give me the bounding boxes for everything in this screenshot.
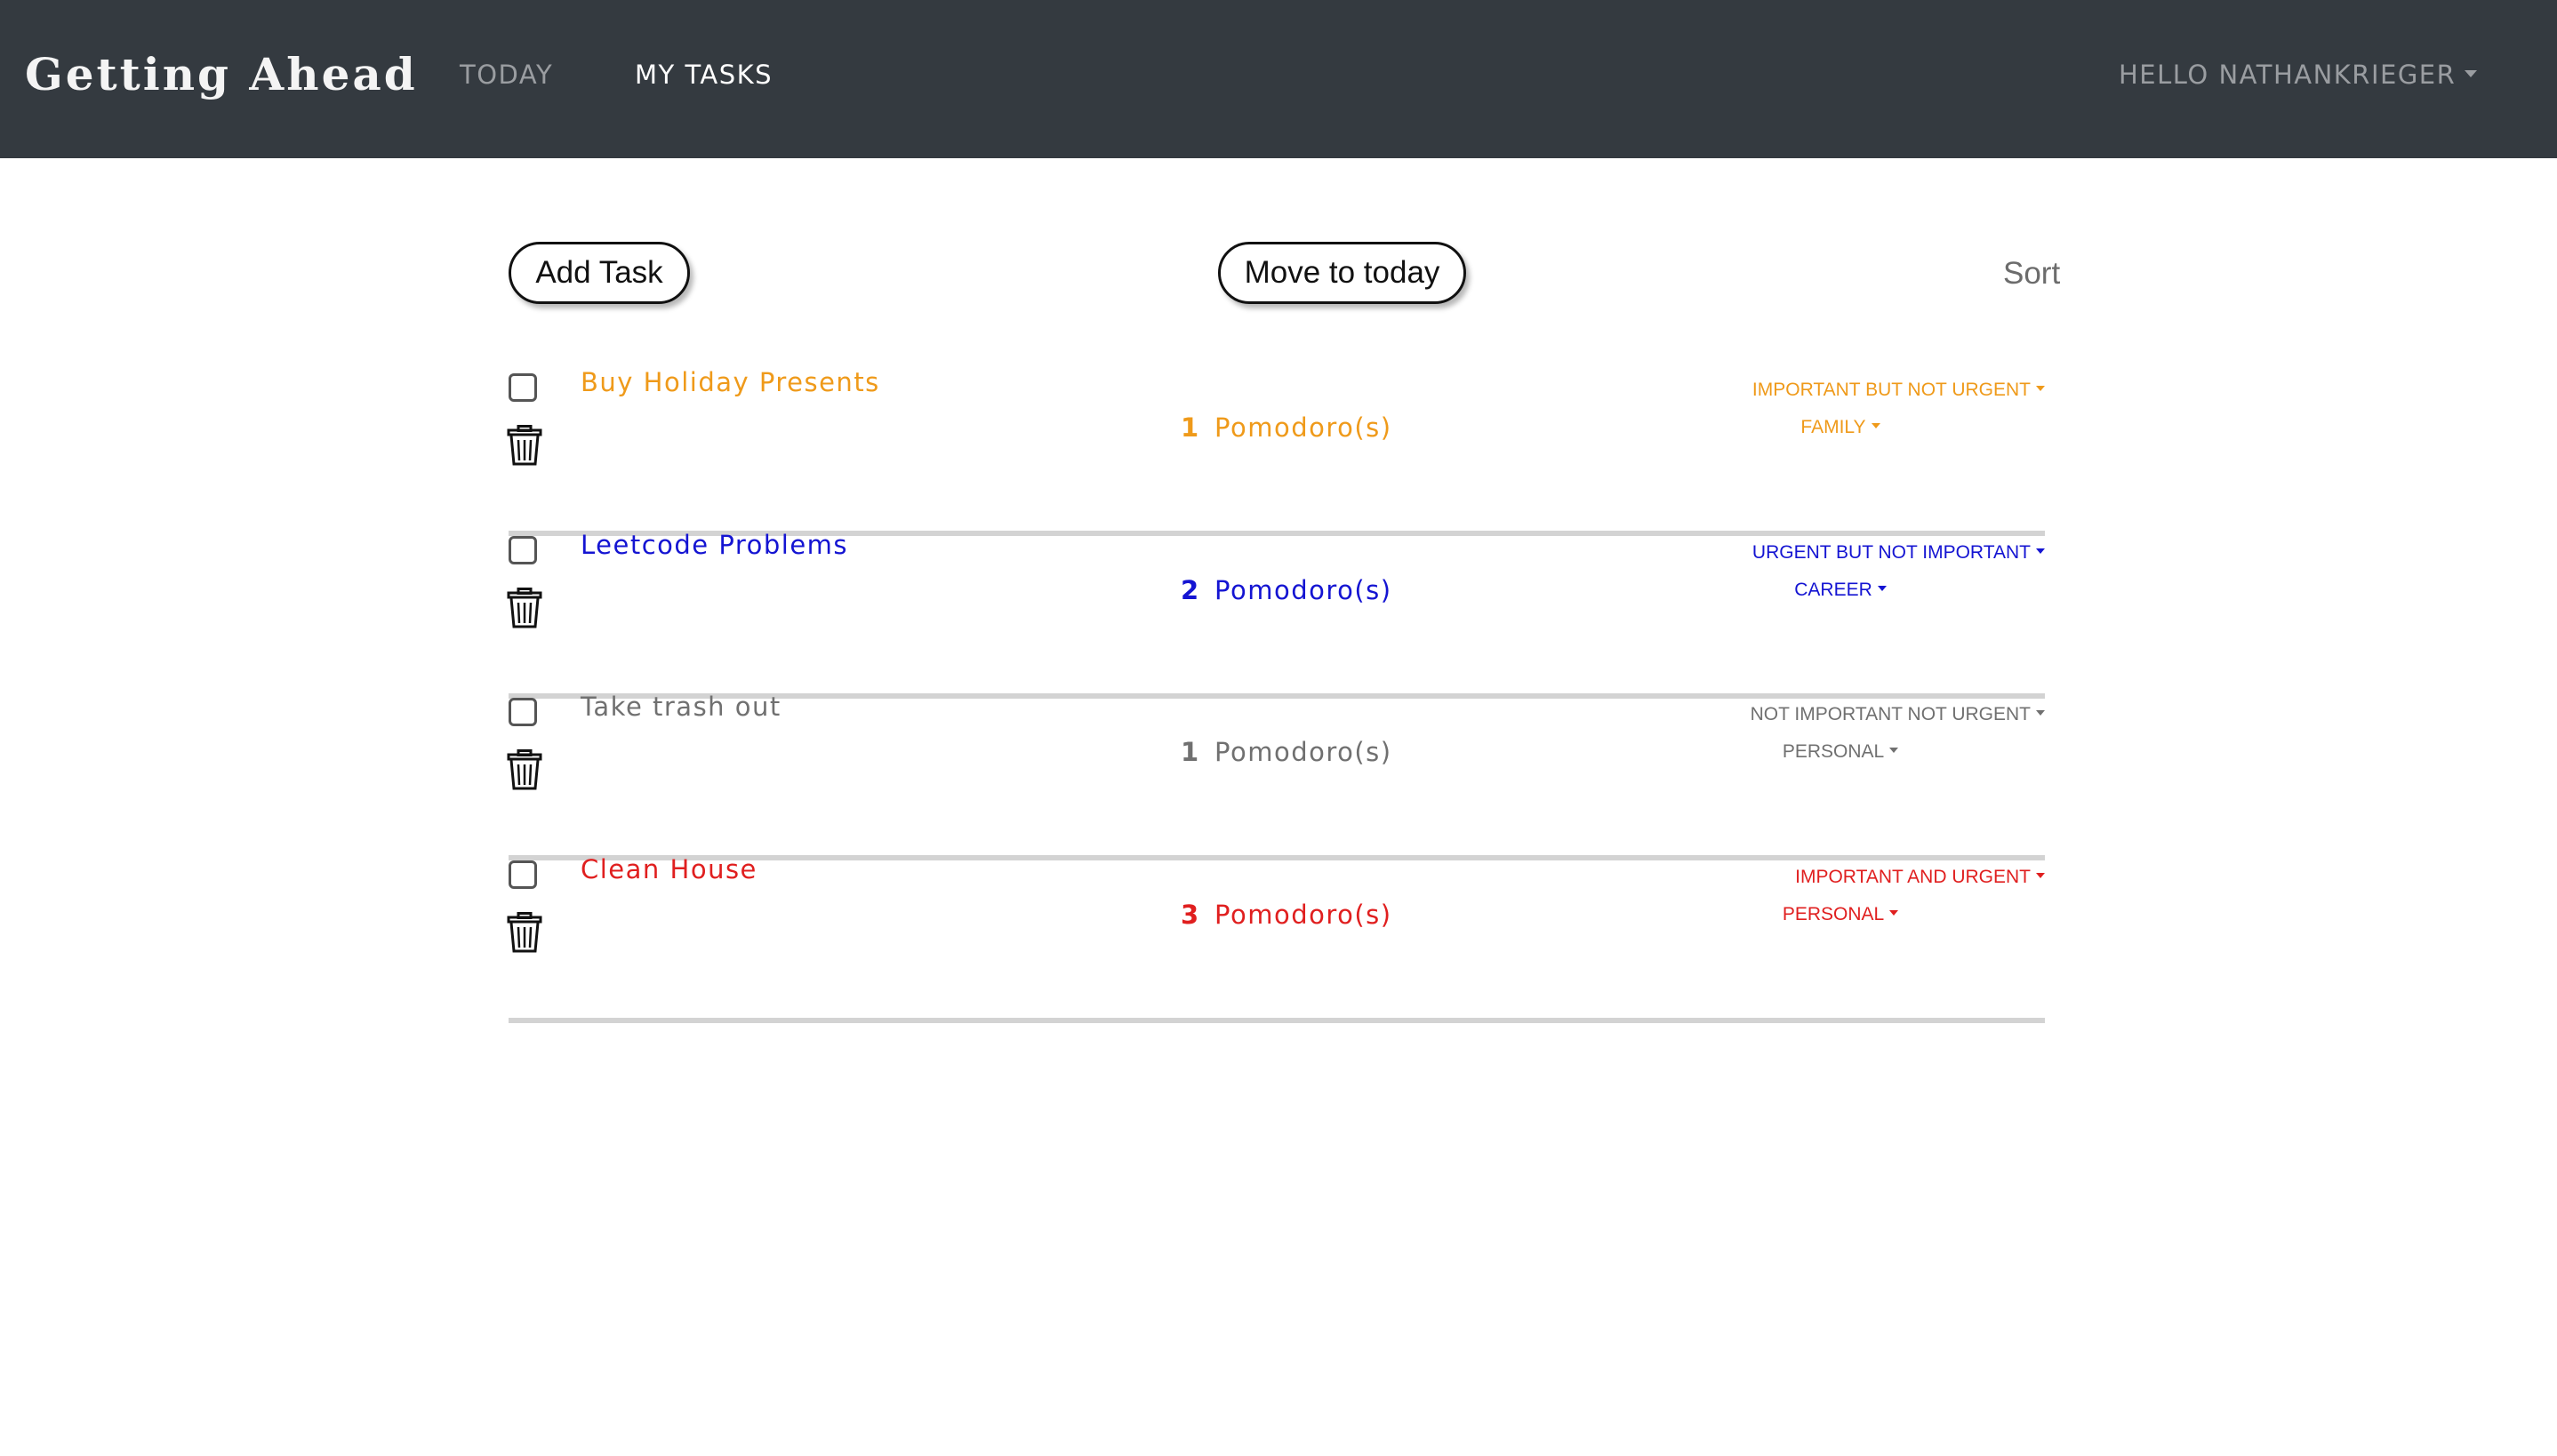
chevron-down-icon (2036, 710, 2045, 716)
task-checkbox[interactable] (509, 373, 537, 402)
priority-dropdown[interactable]: IMPORTANT AND URGENT (1636, 859, 2045, 896)
task-dropdowns: URGENT BUT NOT IMPORTANT CAREER (1636, 534, 2045, 609)
priority-label: IMPORTANT AND URGENT (1795, 867, 2031, 887)
task-title[interactable]: Clean House (581, 852, 757, 887)
pomodoro-count[interactable]: 2 (1181, 572, 1214, 608)
move-to-today-button[interactable]: Move to today (1218, 242, 1466, 304)
trash-icon[interactable] (505, 425, 544, 466)
chevron-down-icon (2036, 873, 2045, 879)
task-title[interactable]: Leetcode Problems (581, 527, 848, 563)
category-label: PERSONAL (1782, 904, 1885, 924)
pomodoro-display: 3 Pomodoro(s) (1181, 897, 1392, 932)
category-dropdown[interactable]: PERSONAL (1636, 896, 2045, 933)
priority-label: URGENT BUT NOT IMPORTANT (1751, 542, 2031, 563)
task-title[interactable]: Take trash out (581, 689, 782, 724)
priority-dropdown[interactable]: IMPORTANT BUT NOT URGENT (1636, 372, 2045, 409)
pomodoro-count[interactable]: 1 (1181, 410, 1214, 445)
chevron-down-icon (1889, 910, 1899, 916)
task-dropdowns: IMPORTANT BUT NOT URGENT FAMILY (1636, 372, 2045, 446)
category-dropdown[interactable]: PERSONAL (1636, 733, 2045, 771)
pomodoro-display: 1 Pomodoro(s) (1181, 734, 1392, 770)
pomodoro-count[interactable]: 3 (1181, 897, 1214, 932)
task-dropdowns: NOT IMPORTANT NOT URGENT PERSONAL (1636, 696, 2045, 771)
priority-dropdown[interactable]: URGENT BUT NOT IMPORTANT (1636, 534, 2045, 572)
trash-icon[interactable] (505, 912, 544, 953)
trash-icon[interactable] (505, 588, 544, 628)
task-row: Clean House 3 Pomodoro(s) IMPORTANT AND U… (507, 854, 2045, 1023)
nav-link-today[interactable]: TODAY (460, 57, 553, 92)
task-row: Take trash out 1 Pomodoro(s) NOT IMPORTAN… (507, 692, 2045, 860)
pomodoro-display: 1 Pomodoro(s) (1181, 410, 1392, 445)
category-label: CAREER (1794, 580, 1872, 600)
chevron-down-icon (2036, 386, 2045, 392)
task-row: Buy Holiday Presents 1 Pomodoro(s) IMPORT… (507, 367, 2045, 536)
priority-label: IMPORTANT BUT NOT URGENT (1751, 380, 2031, 400)
category-label: FAMILY (1800, 417, 1866, 437)
chevron-down-icon (2036, 548, 2045, 555)
pomodoro-label: Pomodoro(s) (1214, 900, 1392, 930)
pomodoro-label: Pomodoro(s) (1214, 412, 1392, 443)
row-divider (509, 1018, 2045, 1023)
chevron-down-icon (1889, 748, 1899, 754)
add-task-button[interactable]: Add Task (509, 242, 690, 304)
priority-label: NOT IMPORTANT NOT URGENT (1750, 704, 2031, 724)
category-label: PERSONAL (1782, 741, 1885, 762)
pomodoro-count[interactable]: 1 (1181, 734, 1214, 770)
user-menu-dropdown[interactable]: HELLO NATHANKRIEGER (2119, 57, 2478, 92)
task-dropdowns: IMPORTANT AND URGENT PERSONAL (1636, 859, 2045, 933)
top-navbar: Getting Ahead TODAY MY TASKS HELLO NATHA… (0, 0, 2557, 158)
brand-logo[interactable]: Getting Ahead (25, 44, 418, 105)
task-row: Leetcode Problems 2 Pomodoro(s) URGENT BU… (507, 530, 2045, 699)
pomodoro-label: Pomodoro(s) (1214, 575, 1392, 605)
category-dropdown[interactable]: CAREER (1636, 572, 2045, 609)
trash-icon[interactable] (505, 749, 544, 790)
chevron-down-icon (1871, 423, 1880, 429)
sort-button[interactable]: Sort (2003, 254, 2060, 293)
category-dropdown[interactable]: FAMILY (1636, 409, 2045, 446)
user-menu-label: HELLO NATHANKRIEGER (2119, 60, 2457, 90)
pomodoro-label: Pomodoro(s) (1214, 737, 1392, 767)
chevron-down-icon (2465, 70, 2478, 77)
priority-dropdown[interactable]: NOT IMPORTANT NOT URGENT (1636, 696, 2045, 733)
task-checkbox[interactable] (509, 698, 537, 726)
pomodoro-display: 2 Pomodoro(s) (1181, 572, 1392, 608)
chevron-down-icon (1877, 586, 1887, 592)
task-checkbox[interactable] (509, 860, 537, 889)
nav-link-my-tasks[interactable]: MY TASKS (635, 57, 773, 92)
task-checkbox[interactable] (509, 536, 537, 564)
task-title[interactable]: Buy Holiday Presents (581, 364, 880, 400)
